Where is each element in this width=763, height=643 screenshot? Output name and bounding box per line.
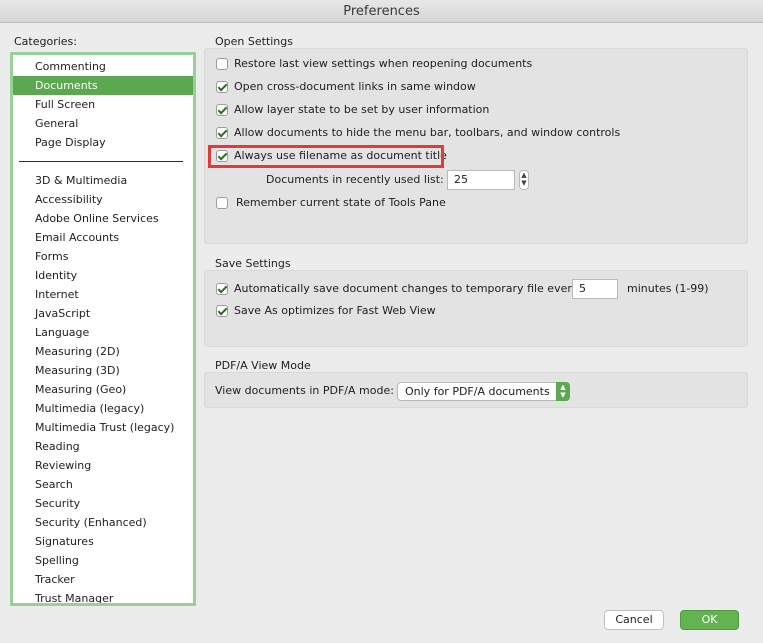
category-item[interactable]: Multimedia Trust (legacy) xyxy=(13,418,193,437)
category-item[interactable]: Search xyxy=(13,475,193,494)
category-item[interactable]: Accessibility xyxy=(13,190,193,209)
category-item[interactable]: Measuring (Geo) xyxy=(13,380,193,399)
category-item[interactable]: Reviewing xyxy=(13,456,193,475)
categories-label: Categories: xyxy=(14,35,77,48)
category-item[interactable]: Signatures xyxy=(13,532,193,551)
category-item[interactable]: JavaScript xyxy=(13,304,193,323)
auto-save-checkbox[interactable] xyxy=(216,283,228,295)
pdfa-label: View documents in PDF/A mode: xyxy=(215,384,394,397)
category-item[interactable]: Multimedia (legacy) xyxy=(13,399,193,418)
category-item[interactable]: Full Screen xyxy=(13,95,193,114)
category-item[interactable]: Tracker xyxy=(13,570,193,589)
recent-list-stepper[interactable]: ▲ ▼ xyxy=(519,170,529,190)
highlight-box xyxy=(208,145,444,168)
restore-last-view-label: Restore last view settings when reopenin… xyxy=(234,57,533,70)
save-settings-title: Save Settings xyxy=(215,257,291,270)
window-title: Preferences xyxy=(0,0,763,23)
restore-last-view-checkbox[interactable] xyxy=(216,58,228,70)
category-item[interactable]: Language xyxy=(13,323,193,342)
allow-hide-menu-checkbox[interactable] xyxy=(216,127,228,139)
open-settings-title: Open Settings xyxy=(215,35,293,48)
categories-list[interactable]: Commenting Documents Full Screen General Pag… xyxy=(10,52,196,606)
allow-hide-menu-label: Allow documents to hide the menu bar, to… xyxy=(234,126,621,139)
category-item[interactable]: Measuring (3D) xyxy=(13,361,193,380)
allow-layer-state-checkbox[interactable] xyxy=(216,104,228,116)
pdfa-mode-value: Only for PDF/A documents xyxy=(405,385,550,398)
category-item[interactable]: Spelling xyxy=(13,551,193,570)
category-item[interactable]: Reading xyxy=(13,437,193,456)
category-item[interactable]: Page Display xyxy=(13,133,193,152)
auto-save-minutes-input[interactable]: 5 xyxy=(572,279,618,299)
category-item[interactable]: Trust Manager xyxy=(13,589,193,603)
category-item[interactable]: 3D & Multimedia xyxy=(13,171,193,190)
minutes-label: minutes (1-99) xyxy=(627,282,709,295)
ok-button[interactable]: OK xyxy=(680,610,739,630)
pdfa-title: PDF/A View Mode xyxy=(215,359,311,372)
fast-web-view-label: Save As optimizes for Fast Web View xyxy=(234,304,436,317)
category-item[interactable]: Security (Enhanced) xyxy=(13,513,193,532)
open-cross-doc-links-label: Open cross-document links in same window xyxy=(234,80,476,93)
chevron-up-down-icon: ▲ ▼ xyxy=(556,382,570,401)
category-item[interactable]: Measuring (2D) xyxy=(13,342,193,361)
recent-list-label: Documents in recently used list: xyxy=(266,173,444,186)
cancel-button[interactable]: Cancel xyxy=(604,610,664,630)
category-item[interactable]: Identity xyxy=(13,266,193,285)
category-item[interactable]: General xyxy=(13,114,193,133)
remember-tools-pane-label: Remember current state of Tools Pane xyxy=(236,196,446,209)
category-item[interactable]: Forms xyxy=(13,247,193,266)
allow-layer-state-label: Allow layer state to be set by user info… xyxy=(234,103,490,116)
pdfa-mode-select[interactable]: Only for PDF/A documents ▲ ▼ xyxy=(397,382,570,401)
open-cross-doc-links-checkbox[interactable] xyxy=(216,81,228,93)
category-divider xyxy=(19,161,183,162)
category-item[interactable]: Email Accounts xyxy=(13,228,193,247)
category-item[interactable]: Documents xyxy=(13,76,193,95)
auto-save-label: Automatically save document changes to t… xyxy=(234,282,582,295)
category-item[interactable]: Commenting xyxy=(13,57,193,76)
category-item[interactable]: Internet xyxy=(13,285,193,304)
fast-web-view-checkbox[interactable] xyxy=(216,305,228,317)
category-item[interactable]: Security xyxy=(13,494,193,513)
remember-tools-pane-checkbox[interactable] xyxy=(216,197,228,209)
category-item[interactable]: Adobe Online Services xyxy=(13,209,193,228)
recent-list-input[interactable]: 25 xyxy=(447,170,515,190)
